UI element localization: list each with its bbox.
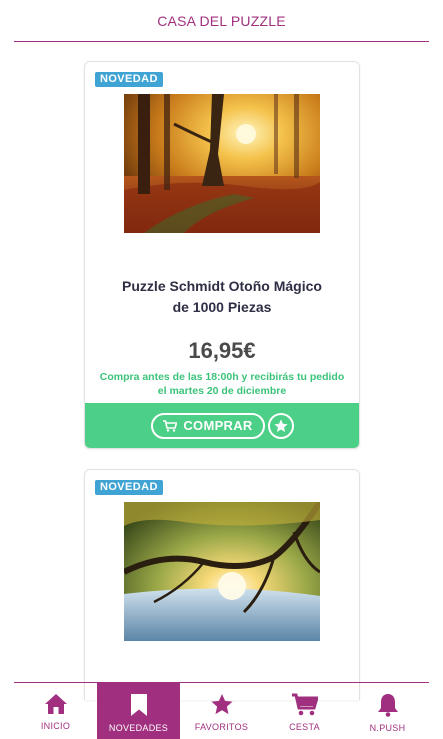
bookmark-icon [130, 694, 147, 716]
tab-label: NOVEDADES [108, 723, 169, 733]
tab-favoritos[interactable]: FAVORITOS [180, 683, 263, 739]
tab-label: N.PUSH [369, 723, 406, 733]
buy-button[interactable]: COMPRAR [151, 413, 265, 439]
product-card[interactable]: NOVEDAD [84, 469, 360, 700]
star-icon [210, 693, 233, 715]
tab-npush[interactable]: N.PUSH [346, 683, 429, 739]
product-title-line2: de 1000 Piezas [172, 299, 272, 315]
tab-cesta[interactable]: CESTA [263, 683, 346, 739]
delivery-line1: Compra antes de las 18:00h y recibirás t… [99, 371, 345, 383]
new-badge: NOVEDAD [95, 480, 163, 495]
autumn-forest-picture [124, 94, 320, 233]
cart-icon [291, 693, 318, 716]
delivery-line2: el martes 20 de diciembre [157, 385, 287, 397]
header-divider [14, 41, 429, 42]
product-card[interactable]: NOVEDAD [84, 61, 360, 449]
tab-label: CESTA [289, 722, 320, 732]
product-price: 16,95€ [188, 338, 256, 363]
tab-novedades[interactable]: NOVEDADES [97, 683, 180, 739]
new-badge: NOVEDAD [95, 72, 163, 87]
delivery-info: Compra antes de las 18:00h y recibirás t… [91, 370, 353, 398]
product-title-line1: Puzzle Schmidt Otoño Mágico [122, 278, 322, 294]
tab-label: FAVORITOS [194, 722, 249, 732]
bell-icon [377, 694, 398, 717]
buy-button-label: COMPRAR [183, 418, 253, 433]
star-icon [274, 419, 288, 432]
page-title: CASA DEL PUZZLE [157, 13, 286, 29]
app-header: CASA DEL PUZZLE [0, 0, 443, 42]
favorite-button[interactable] [268, 413, 294, 439]
buy-bar: COMPRAR [85, 403, 359, 448]
tree-lake-sunset-image[interactable] [124, 502, 320, 641]
cart-icon [163, 417, 178, 439]
home-icon [44, 694, 67, 714]
tab-inicio[interactable]: INICIO [14, 683, 97, 739]
tree-lake-sunset-picture [124, 502, 320, 641]
product-title[interactable]: Puzzle Schmidt Otoño Mágico de 1000 Piez… [95, 276, 349, 318]
autumn-forest-image[interactable] [124, 94, 320, 233]
tab-label: INICIO [40, 721, 71, 731]
bottom-tab-bar: INICIO NOVEDADES FAVORITOS CESTA N.PUSH [14, 682, 429, 739]
